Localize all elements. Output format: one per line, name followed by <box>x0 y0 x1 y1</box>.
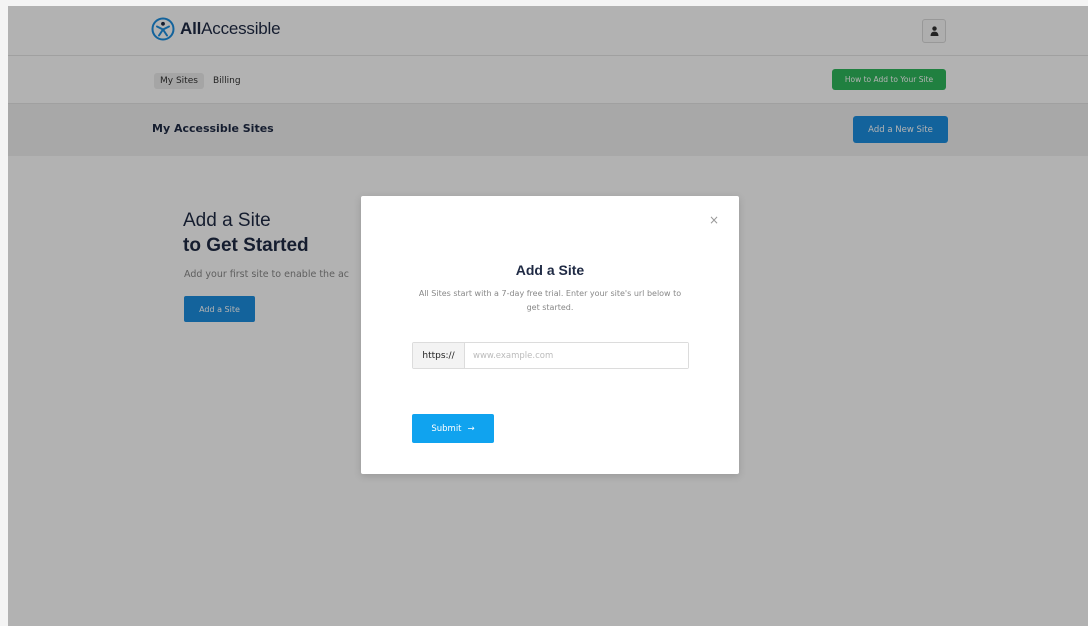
add-site-modal: × Add a Site All Sites start with a 7-da… <box>361 196 739 474</box>
arrow-right-icon: → <box>467 423 475 434</box>
close-icon[interactable]: × <box>709 214 719 226</box>
modal-title: Add a Site <box>515 262 585 278</box>
url-prefix: https:// <box>413 343 465 368</box>
submit-label: Submit <box>431 423 462 434</box>
submit-button[interactable]: Submit → <box>412 414 494 443</box>
site-url-input[interactable] <box>465 343 688 368</box>
app-frame: AllAccessible My Sites Billing How to Ad… <box>8 6 1088 626</box>
url-input-group: https:// <box>412 342 689 369</box>
modal-description: All Sites start with a 7-day free trial.… <box>418 289 682 312</box>
